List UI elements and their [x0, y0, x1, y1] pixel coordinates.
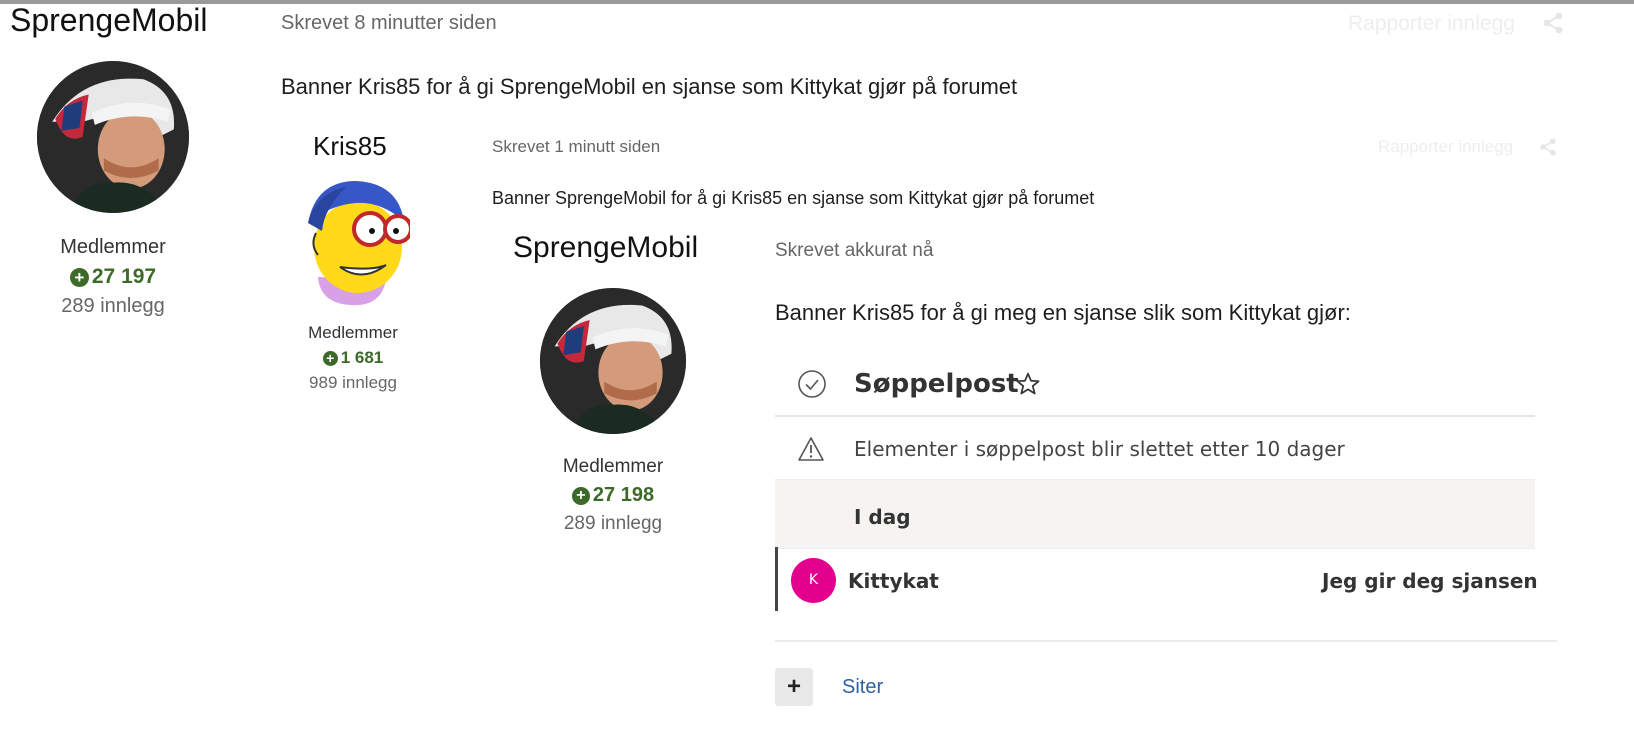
- retention-notice: Elementer i søppelpost blir slettet ette…: [775, 417, 1535, 479]
- folder-header: Søppelpost: [775, 357, 1535, 417]
- day-header-label: I dag: [854, 505, 911, 529]
- avatar-photo-graphic: [540, 288, 686, 434]
- post1-avatar[interactable]: [37, 61, 189, 213]
- post2-timestamp[interactable]: Skrevet 1 minutt siden: [492, 137, 660, 157]
- post2-body: Banner SprengeMobil for å gi Kris85 en s…: [492, 188, 1095, 208]
- avatar-photo-graphic: [37, 61, 189, 213]
- plus-circle-icon: +: [69, 267, 89, 287]
- post2-reputation: +1 681: [283, 348, 423, 368]
- post2-avatar[interactable]: [300, 175, 413, 307]
- sender-name: Kittykat: [848, 569, 939, 593]
- check-circle-icon[interactable]: [797, 369, 827, 399]
- star-icon[interactable]: [1015, 371, 1041, 397]
- post1-reputation-value: 27 197: [91, 265, 157, 288]
- share-icon[interactable]: [1539, 138, 1557, 156]
- post2-author[interactable]: Kris85: [313, 131, 387, 162]
- plus-circle-icon: +: [322, 351, 338, 367]
- notice-text: Elementer i søppelpost blir slettet ette…: [854, 437, 1345, 461]
- outlook-screenshot: Søppelpost Elementer i søppelpost blir s…: [775, 357, 1538, 647]
- post1-reputation: +27 197: [13, 265, 213, 289]
- post2-post-count: 989 innlegg: [309, 373, 397, 392]
- post3-post-count: 289 innlegg: [563, 513, 663, 534]
- quote-link[interactable]: Siter: [842, 676, 883, 699]
- share-icon[interactable]: [1542, 12, 1564, 34]
- post1-report-link[interactable]: Rapporter innlegg: [1348, 12, 1515, 36]
- post3-avatar[interactable]: [540, 288, 686, 434]
- post3-author[interactable]: SprengeMobil: [513, 231, 698, 265]
- post1-post-count: 289 innlegg: [61, 295, 165, 317]
- post3-reputation: +27 198: [513, 484, 713, 507]
- post1-body: Banner Kris85 for å gi SprengeMobil en s…: [281, 74, 1018, 99]
- message-subject: Jeg gir deg sjansen: [1322, 569, 1538, 593]
- quote-plus-button[interactable]: +: [775, 668, 813, 706]
- message-row[interactable]: K Kittykat Jeg gir deg sjansen: [775, 547, 1538, 611]
- post3-timestamp[interactable]: Skrevet akkurat nå: [775, 240, 933, 262]
- cartoon-avatar-graphic: [308, 181, 413, 306]
- post3-body: Banner Kris85 for å gi meg en sjanse sli…: [775, 300, 1351, 325]
- folder-title: Søppelpost: [854, 369, 1019, 399]
- sender-avatar: K: [791, 558, 836, 603]
- post3-group: Medlemmer: [562, 456, 664, 477]
- post2-reputation-value: 1 681: [340, 348, 384, 367]
- post1-author[interactable]: SprengeMobil: [10, 2, 207, 39]
- post1-timestamp[interactable]: Skrevet 8 minutter siden: [281, 12, 497, 35]
- post3-reputation-value: 27 198: [592, 484, 655, 506]
- divider: [775, 640, 1557, 642]
- top-border: [0, 0, 1634, 4]
- plus-circle-icon: +: [571, 486, 590, 505]
- warning-icon: [797, 436, 825, 462]
- post2-group: Medlemmer: [308, 323, 398, 342]
- post2-report-link[interactable]: Rapporter innlegg: [1378, 137, 1513, 157]
- day-group-header: I dag: [775, 479, 1535, 549]
- post1-group: Medlemmer: [60, 236, 166, 258]
